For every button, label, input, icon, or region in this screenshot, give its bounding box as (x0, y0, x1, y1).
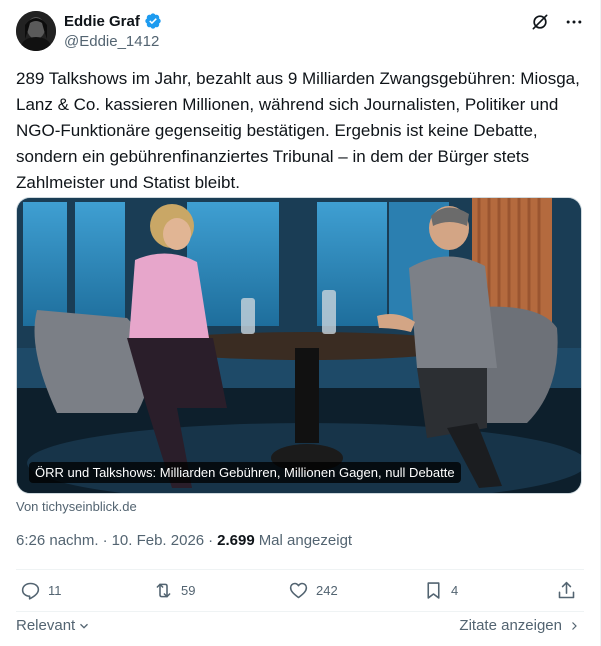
tweet-meta: 6:26 nachm. · 10. Feb. 2026 · 2.699 Mal … (16, 532, 352, 549)
link-card-title: ÖRR und Talkshows: Milliarden Gebühren, … (29, 462, 461, 483)
action-bar: 11 59 242 4 (16, 580, 584, 608)
quotes-label: Zitate anzeigen (459, 617, 562, 634)
more-options-icon[interactable] (564, 12, 584, 32)
avatar[interactable] (16, 11, 56, 51)
tweet-date[interactable]: 10. Feb. 2026 (112, 532, 205, 549)
grok-icon[interactable] (530, 12, 550, 32)
chevron-down-icon (80, 623, 89, 629)
talkshow-photo (17, 198, 581, 493)
verified-badge-icon[interactable] (144, 12, 162, 30)
reply-count: 11 (48, 583, 62, 598)
repost-button[interactable]: 59 (153, 580, 195, 601)
bookmark-button[interactable]: 4 (423, 580, 458, 601)
header-actions (530, 12, 584, 32)
tweet-detail: Eddie Graf @Eddie_1412 289 Talkshows im … (0, 0, 601, 646)
like-count: 242 (316, 583, 338, 598)
sort-label: Relevant (16, 617, 76, 634)
repost-icon (156, 583, 171, 598)
reply-icon (21, 582, 40, 600)
share-button[interactable] (556, 580, 577, 601)
name-row: Eddie Graf (64, 12, 162, 30)
divider (16, 611, 584, 612)
reply-button[interactable]: 11 (20, 580, 62, 601)
views-count: 2.699 (217, 532, 255, 549)
chevron-right-icon (572, 621, 577, 630)
view-quotes-link[interactable]: Zitate anzeigen (459, 617, 580, 634)
tweet-time[interactable]: 6:26 nachm. (16, 532, 99, 549)
link-source[interactable]: Von tichyseinblick.de (16, 499, 137, 514)
tweet-header: Eddie Graf @Eddie_1412 (16, 10, 584, 54)
meta-separator: · (208, 532, 214, 549)
bookmark-icon (427, 582, 440, 599)
reply-sort-dropdown[interactable]: Relevant (16, 617, 91, 634)
views-label: Mal angezeigt (258, 532, 353, 549)
share-icon (558, 581, 575, 599)
tweet-text: 289 Talkshows im Jahr, bezahlt aus 9 Mil… (16, 69, 585, 192)
like-button[interactable]: 242 (288, 580, 338, 601)
repost-count: 59 (181, 583, 196, 598)
handle[interactable]: @Eddie_1412 (64, 33, 159, 50)
link-card-image[interactable]: ÖRR und Talkshows: Milliarden Gebühren, … (16, 197, 582, 494)
divider (16, 569, 584, 570)
display-name[interactable]: Eddie Graf (64, 13, 140, 30)
heart-icon (289, 582, 308, 599)
meta-separator: · (102, 532, 108, 549)
bookmark-count: 4 (451, 583, 459, 598)
